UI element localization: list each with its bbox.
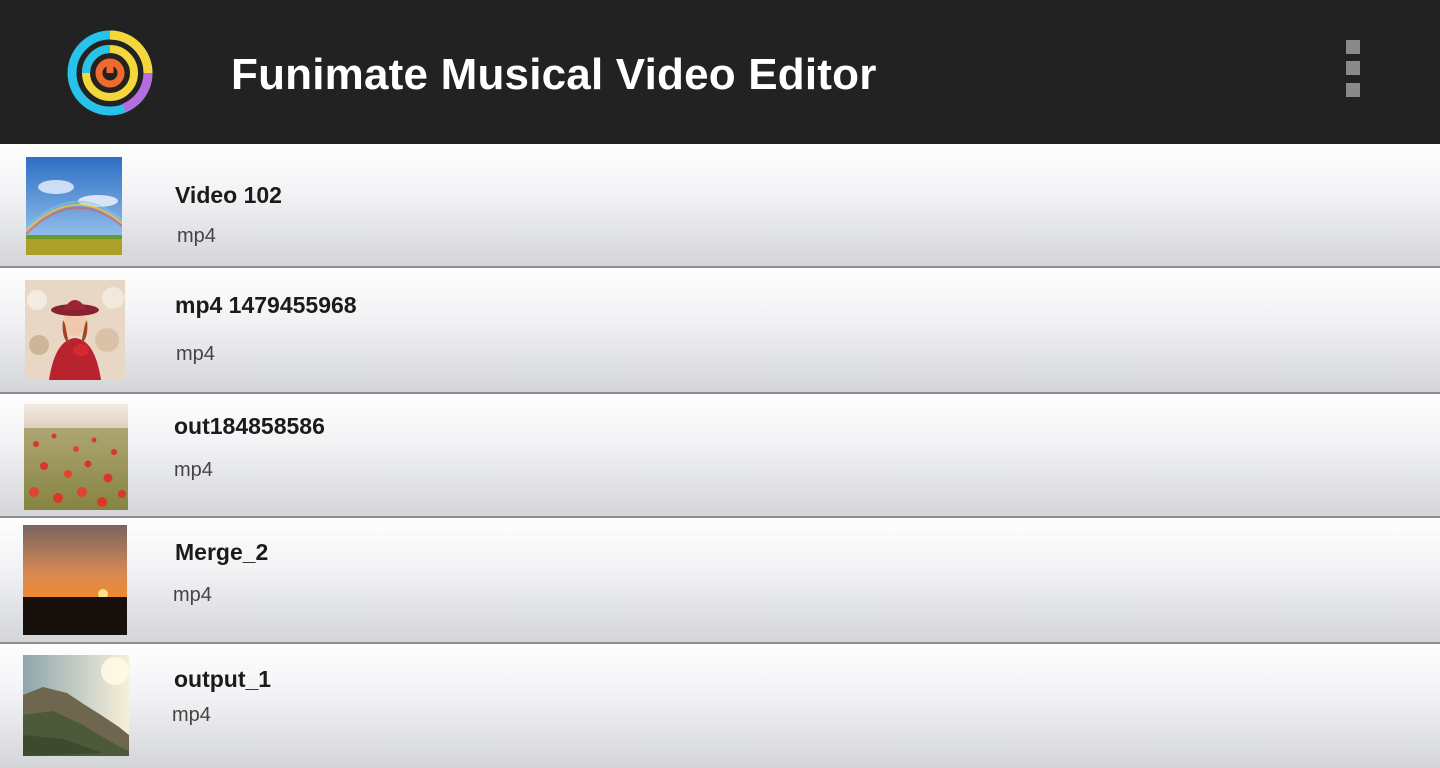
video-list-item[interactable]: output_1 mp4 — [0, 644, 1440, 768]
video-thumbnail — [25, 280, 125, 380]
video-thumbnail — [24, 404, 128, 510]
video-thumbnail — [26, 157, 122, 255]
video-list-item[interactable]: out184858586 mp4 — [0, 394, 1440, 518]
more-options-button[interactable] — [1336, 32, 1370, 104]
video-list-item[interactable]: Video 102 mp4 — [0, 144, 1440, 268]
video-name: Merge_2 — [175, 539, 269, 565]
video-name: output_1 — [174, 666, 272, 692]
funimate-logo-icon — [67, 30, 153, 116]
app-header: Funimate Musical Video Editor — [0, 0, 1440, 144]
video-thumbnail — [23, 525, 127, 635]
video-format: mp4 — [176, 343, 215, 365]
video-name: out184858586 — [174, 413, 325, 439]
video-format: mp4 — [172, 704, 211, 726]
video-format: mp4 — [177, 225, 216, 247]
video-format: mp4 — [174, 459, 213, 481]
video-list-item[interactable]: mp4 1479455968 mp4 — [0, 268, 1440, 394]
app-title: Funimate Musical Video Editor — [231, 50, 877, 99]
video-list-item[interactable]: Merge_2 mp4 — [0, 518, 1440, 644]
video-format: mp4 — [173, 584, 212, 606]
video-thumbnail — [23, 655, 129, 756]
video-name: Video 102 — [175, 182, 282, 208]
video-name: mp4 1479455968 — [175, 292, 357, 318]
video-list: Video 102 mp4 mp4 1479455968 mp4 out1848… — [0, 144, 1440, 768]
